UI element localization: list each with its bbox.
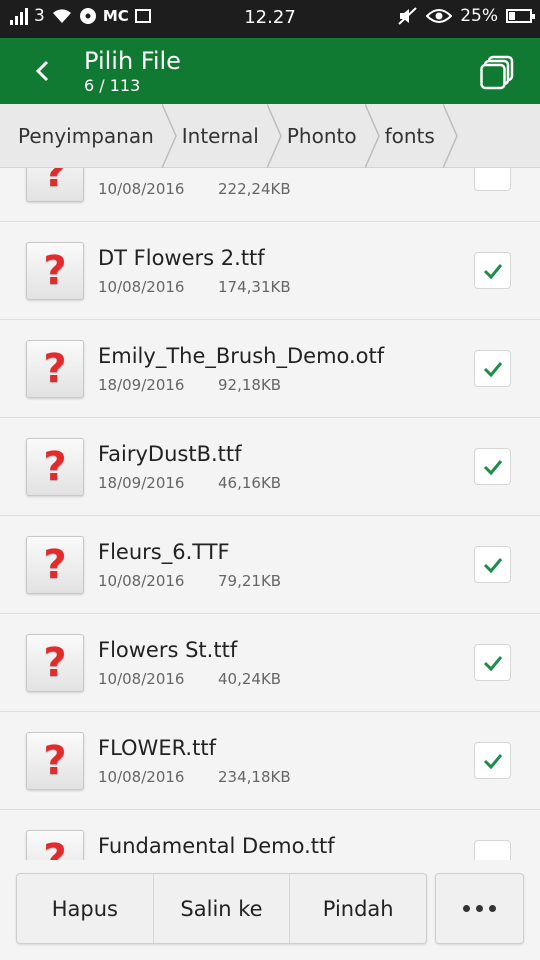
file-checkbox[interactable] (474, 840, 511, 860)
eye-icon (426, 9, 453, 23)
file-size: 234,18KB (218, 768, 291, 786)
breadcrumb-label: Phonto (286, 123, 357, 148)
file-name: FLOWER.ttf (98, 736, 216, 760)
file-size: 222,24KB (218, 180, 291, 198)
breadcrumb: Penyimpanan Internal Phonto fonts (0, 103, 540, 168)
unknown-file-icon: ? (26, 438, 84, 496)
breadcrumb-label: Penyimpanan (18, 123, 154, 148)
action-group: Hapus Salin ke Pindah (16, 873, 427, 944)
unknown-file-icon: ? (26, 830, 84, 860)
checkmark-icon (483, 361, 502, 377)
file-checkbox[interactable] (474, 168, 511, 191)
checkmark-icon (483, 753, 502, 769)
file-checkbox[interactable] (474, 252, 511, 289)
battery-percent: 25% (460, 6, 498, 26)
file-row[interactable]: ? 10/08/2016 222,24KB (0, 168, 540, 222)
file-name: FairyDustB.ttf (98, 442, 242, 466)
more-options-button[interactable] (435, 873, 524, 944)
back-button[interactable] (22, 51, 62, 91)
checkmark-icon (483, 459, 502, 475)
breadcrumb-phonto[interactable]: Phonto (269, 103, 380, 168)
page-title: Pilih File (84, 47, 181, 75)
selection-count: 6 / 113 (84, 76, 141, 95)
file-checkbox[interactable] (474, 350, 511, 387)
file-name: Emily_The_Brush_Demo.otf (98, 344, 385, 368)
file-size: 174,31KB (218, 278, 291, 296)
breadcrumb-chevron-icon (442, 103, 458, 168)
breadcrumb-label: Internal (181, 123, 259, 148)
status-bar: 3 MC 12.27 25% (0, 0, 540, 38)
file-name: Fleurs_6.TTF (98, 540, 230, 564)
breadcrumb-internal[interactable]: Internal (164, 103, 282, 168)
unknown-file-icon: ? (26, 634, 84, 692)
file-checkbox[interactable] (474, 546, 511, 583)
unknown-file-icon: ? (26, 168, 84, 202)
checkmark-icon (483, 655, 502, 671)
more-dot-icon (489, 905, 496, 912)
unknown-file-icon: ? (26, 340, 84, 398)
breadcrumb-label: fonts (384, 123, 435, 148)
battery-icon (506, 9, 535, 23)
file-row[interactable]: ? FLOWER.ttf 10/08/2016 234,18KB (0, 712, 540, 810)
bottom-action-bar: Hapus Salin ke Pindah (0, 860, 540, 960)
file-list[interactable]: ? 10/08/2016 222,24KB ? DT Flowers 2.ttf… (0, 168, 540, 860)
file-size: 46,16KB (218, 474, 282, 492)
file-checkbox[interactable] (474, 742, 511, 779)
file-row[interactable]: ? DT Flowers 2.ttf 10/08/2016 174,31KB (0, 222, 540, 320)
more-dot-icon (463, 905, 470, 912)
file-date: 10/08/2016 (98, 278, 185, 296)
file-row[interactable]: ? Emily_The_Brush_Demo.otf 18/09/2016 92… (0, 320, 540, 418)
file-date: 10/08/2016 (98, 670, 185, 688)
file-size: 79,21KB (218, 572, 282, 590)
mute-icon (398, 7, 417, 25)
checkmark-icon (483, 557, 502, 573)
file-row[interactable]: ? FairyDustB.ttf 18/09/2016 46,16KB (0, 418, 540, 516)
file-date: 10/08/2016 (98, 180, 185, 198)
unknown-file-icon: ? (26, 732, 84, 790)
file-name: Fundamental Demo.ttf (98, 834, 335, 858)
file-date: 10/08/2016 (98, 768, 185, 786)
file-name: Flowers St.ttf (98, 638, 238, 662)
unknown-file-icon: ? (26, 242, 84, 300)
file-row[interactable]: ? Fundamental Demo.ttf (0, 810, 540, 860)
file-date: 18/09/2016 (98, 474, 185, 492)
file-name: DT Flowers 2.ttf (98, 246, 265, 270)
file-checkbox[interactable] (474, 644, 511, 681)
select-all-icon[interactable] (480, 54, 516, 90)
back-arrow-icon (35, 60, 49, 82)
file-size: 40,24KB (218, 670, 282, 688)
app-bar: Pilih File 6 / 113 (0, 38, 540, 104)
file-date: 18/09/2016 (98, 376, 185, 394)
breadcrumb-storage[interactable]: Penyimpanan (0, 103, 177, 168)
file-checkbox[interactable] (474, 448, 511, 485)
file-date: 10/08/2016 (98, 572, 185, 590)
move-button[interactable]: Pindah (290, 874, 426, 943)
file-size: 92,18KB (218, 376, 282, 394)
copy-to-button[interactable]: Salin ke (154, 874, 291, 943)
file-row[interactable]: ? Flowers St.ttf 10/08/2016 40,24KB (0, 614, 540, 712)
unknown-file-icon: ? (26, 536, 84, 594)
checkmark-icon (483, 263, 502, 279)
file-row[interactable]: ? Fleurs_6.TTF 10/08/2016 79,21KB (0, 516, 540, 614)
more-dot-icon (476, 905, 483, 912)
delete-button[interactable]: Hapus (17, 874, 154, 943)
breadcrumb-fonts[interactable]: fonts (367, 103, 458, 168)
status-right: 25% (398, 6, 535, 26)
